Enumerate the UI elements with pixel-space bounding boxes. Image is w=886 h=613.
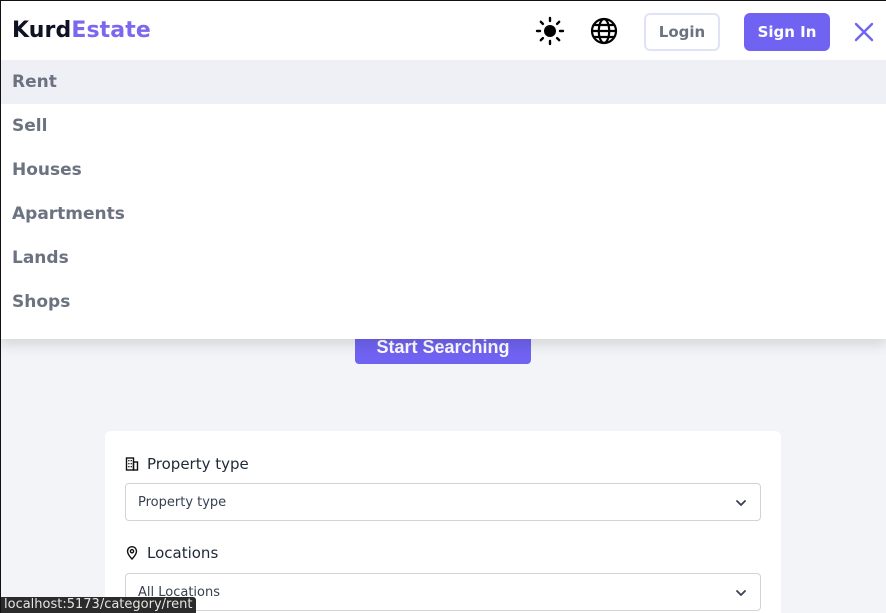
locations-label: Locations [125,544,218,562]
menu-item-shops[interactable]: Shops [0,280,886,324]
sun-icon [535,16,565,46]
login-button[interactable]: Login [644,13,720,51]
chevron-down-icon [736,500,746,506]
menu-item-apartments[interactable]: Apartments [0,192,886,236]
theme-toggle-button[interactable] [535,16,565,46]
menu-item-rent[interactable]: Rent [0,60,886,104]
locations-label-text: Locations [147,544,219,562]
category-menu: Rent Sell Houses Apartments Lands Shops [0,60,886,339]
locations-select[interactable]: All Locations [125,573,761,611]
close-icon [854,22,874,42]
language-button[interactable] [589,16,619,46]
building-icon [125,457,139,471]
chevron-down-icon [736,590,746,596]
brand-part-2: Estate [71,18,151,43]
property-type-label: Property type [125,455,249,473]
property-type-value: Property type [138,494,227,510]
browser-status-url: localhost:5173/category/rent [0,597,197,613]
menu-item-lands[interactable]: Lands [0,236,886,280]
search-filter-card: Property type Property type Locations Al… [105,431,781,613]
brand-logo[interactable]: KurdEstate [12,18,151,43]
property-type-label-text: Property type [147,455,249,473]
navbar: KurdEstate Login Sign In [0,0,886,60]
sign-in-button[interactable]: Sign In [744,13,830,51]
menu-item-sell[interactable]: Sell [0,104,886,148]
menu-item-houses[interactable]: Houses [0,148,886,192]
globe-icon [590,17,618,45]
close-menu-button[interactable] [851,19,877,45]
property-type-select[interactable]: Property type [125,483,761,521]
brand-part-1: Kurd [12,18,72,43]
location-pin-icon [125,546,139,560]
